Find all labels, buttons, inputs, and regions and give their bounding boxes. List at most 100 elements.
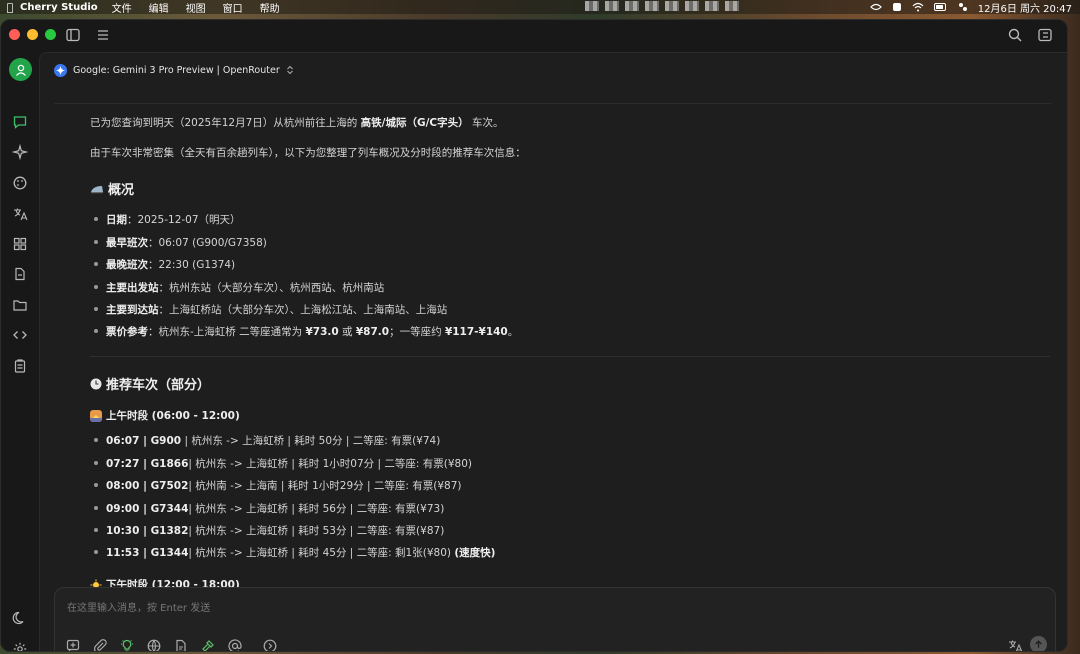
- train-detail: | 杭州东 -> 上海虹桥 | 耗时 50分 | 二等座: 有票(¥74): [181, 435, 441, 447]
- model-selector[interactable]: Google: Gemini 3 Pro Preview | OpenRoute…: [54, 61, 294, 79]
- price-mid: 或: [338, 326, 356, 338]
- price-end: 。: [507, 326, 519, 338]
- price-2: ¥87.0: [355, 326, 390, 338]
- new-topic-icon[interactable]: [65, 638, 81, 652]
- menu-extra-icon[interactable]: [869, 2, 882, 12]
- window-controls: [9, 29, 56, 40]
- train-icon: [91, 185, 103, 193]
- palette-icon[interactable]: [12, 175, 28, 191]
- menu-view[interactable]: 视图: [186, 0, 206, 15]
- overview-item: 日期：2025-12-07（明天）: [94, 212, 241, 227]
- close-window-button[interactable]: [9, 29, 20, 40]
- chevron-updown-icon: [286, 65, 293, 75]
- send-button[interactable]: [1030, 636, 1047, 651]
- files-icon[interactable]: [12, 266, 28, 282]
- recommend-heading: 推荐车次（部分）: [90, 374, 210, 393]
- price-label: 票价参考: [106, 326, 148, 338]
- gemini-logo-icon: [54, 63, 67, 77]
- menu-edit[interactable]: 编辑: [149, 0, 169, 15]
- mcp-tools-hammer-icon[interactable]: [200, 638, 216, 652]
- intro-bold: 高铁/城际（G/C字头）: [360, 117, 469, 129]
- menu-help[interactable]: 帮助: [260, 0, 280, 15]
- morning-title: 上午时段 (06:00 - 12:00): [106, 410, 240, 422]
- menubar-app-name[interactable]: Cherry Studio: [20, 2, 98, 13]
- price-pre: ：杭州东-上海虹桥 二等座通常为: [148, 326, 306, 338]
- settings-gear-icon[interactable]: [12, 641, 28, 652]
- minimize-window-button[interactable]: [27, 29, 38, 40]
- message-input-box[interactable]: 在这里输入消息，按 Enter 发送: [54, 587, 1056, 652]
- sparkle-icon[interactable]: [12, 144, 28, 160]
- translate-icon[interactable]: [12, 206, 28, 222]
- train-detail: | 杭州东 -> 上海虹桥 | 耗时 56分 | 二等座: 有票(¥73): [188, 503, 445, 515]
- train-time-no: 08:00 | G7502: [106, 480, 189, 492]
- search-icon[interactable]: [1007, 27, 1023, 43]
- train-row: 07:27 | G1866| 杭州东 -> 上海虹桥 | 耗时 1小时07分 |…: [94, 456, 472, 471]
- chat-icon[interactable]: [12, 114, 28, 130]
- overview-value: ：杭州东站（大部分车次）、杭州西站、杭州南站: [158, 282, 385, 294]
- user-avatar[interactable]: [9, 58, 32, 81]
- attachment-icon[interactable]: [92, 638, 108, 652]
- train-detail: | 杭州东 -> 上海虹桥 | 耗时 45分 | 二等座: 剩1张(¥80): [188, 547, 455, 559]
- apps-grid-icon[interactable]: [12, 236, 28, 252]
- overview-item: 最晚班次：22:30 (G1374): [93, 257, 236, 272]
- mention-at-icon[interactable]: [227, 638, 243, 652]
- user-icon: [15, 64, 26, 76]
- intro-end: 车次。: [468, 117, 504, 129]
- train-row: 10:30 | G1382| 杭州东 -> 上海虹桥 | 耗时 53分 | 二等…: [93, 523, 445, 538]
- titlebar: [1, 20, 1067, 52]
- overview-item: 主要出发站：杭州东站（大部分车次）、杭州西站、杭州南站: [93, 280, 385, 295]
- note-line: 由于车次非常密集（全天有百余趟列车），以下为您整理了列车概况及分时段的推荐车次信…: [90, 147, 526, 159]
- header-divider: [54, 103, 1052, 104]
- price-item: 票价参考：杭州东-上海虹桥 二等座通常为 ¥73.0 或 ¥87.0；一等座约 …: [93, 324, 519, 339]
- folder-icon[interactable]: [12, 297, 28, 313]
- layout-toggle-icon[interactable]: [1037, 27, 1053, 43]
- code-icon[interactable]: [12, 327, 28, 343]
- train-row: 11:53 | G1344| 杭州东 -> 上海虹桥 | 耗时 45分 | 二等…: [93, 545, 495, 560]
- lightbulb-icon[interactable]: [119, 638, 135, 652]
- chat-panel: Google: Gemini 3 Pro Preview | OpenRoute…: [39, 52, 1067, 652]
- overview-item: 主要到达站：上海虹桥站（大部分车次）、上海松江站、上海南站、上海站: [93, 302, 448, 317]
- overview-label: 日期: [106, 214, 127, 226]
- battery-icon[interactable]: [933, 3, 948, 11]
- apple-icon[interactable]: : [0, 1, 20, 14]
- train-detail: | 杭州南 -> 上海南 | 耗时 1小时29分 | 二等座: 有票(¥87): [188, 480, 462, 492]
- menu-window[interactable]: 窗口: [223, 0, 243, 15]
- clock-icon: [90, 378, 102, 389]
- arrow-up-icon: [1035, 640, 1042, 648]
- toggle-sidebar-icon[interactable]: [65, 27, 81, 43]
- sunrise-icon: [90, 409, 102, 422]
- zoom-window-button[interactable]: [45, 29, 56, 40]
- theme-moon-icon[interactable]: [12, 610, 28, 626]
- overview-title: 概况: [108, 183, 135, 198]
- web-search-globe-icon[interactable]: [146, 638, 162, 652]
- app-window: Google: Gemini 3 Pro Preview | OpenRoute…: [0, 19, 1068, 652]
- recommend-title: 推荐车次（部分）: [106, 378, 211, 393]
- control-center-icon[interactable]: [958, 2, 968, 12]
- overview-value: ：上海虹桥站（大部分车次）、上海松江站、上海南站、上海站: [158, 304, 448, 316]
- model-name: Google: Gemini 3 Pro Preview | OpenRoute…: [73, 64, 280, 76]
- input-source-icon[interactable]: [892, 2, 902, 12]
- wifi-icon[interactable]: [912, 2, 924, 12]
- overview-label: 最晚班次: [106, 259, 148, 271]
- menubar-datetime[interactable]: 12月6日 周六 20:47: [978, 0, 1072, 15]
- train-time-no: 11:53 | G1344: [106, 547, 189, 559]
- overview-value: ：2025-12-07（明天）: [127, 214, 241, 226]
- train-time-no: 07:27 | G1866: [106, 458, 189, 470]
- morning-heading: 上午时段 (06:00 - 12:00): [90, 408, 240, 423]
- menu-file[interactable]: 文件: [112, 0, 132, 15]
- overview-label: 最早班次: [106, 237, 148, 249]
- assistant-message: 已为您查询到明天（2025年12月7日）从杭州前往上海的 高铁/城际（G/C字头…: [90, 111, 1050, 591]
- train-row: 09:00 | G7344| 杭州东 -> 上海虹桥 | 耗时 56分 | 二等…: [93, 501, 445, 516]
- overview-value: ：22:30 (G1374): [148, 259, 236, 271]
- clipboard-icon[interactable]: [12, 358, 28, 374]
- train-detail: | 杭州东 -> 上海虹桥 | 耗时 53分 | 二等座: 有票(¥87): [188, 525, 445, 537]
- menu-icon[interactable]: [95, 27, 111, 43]
- message-input-placeholder[interactable]: 在这里输入消息，按 Enter 发送: [67, 599, 210, 614]
- train-row: 06:07 | G900 | 杭州东 -> 上海虹桥 | 耗时 50分 | 二等…: [93, 433, 441, 448]
- translate-input-icon[interactable]: [1007, 638, 1023, 652]
- knowledge-file-icon[interactable]: [173, 638, 189, 652]
- price-1: ¥73.0: [305, 326, 339, 338]
- overview-heading: 概况: [90, 179, 134, 198]
- expand-more-icon[interactable]: [262, 638, 278, 652]
- redacted-status-icons: [585, 1, 739, 11]
